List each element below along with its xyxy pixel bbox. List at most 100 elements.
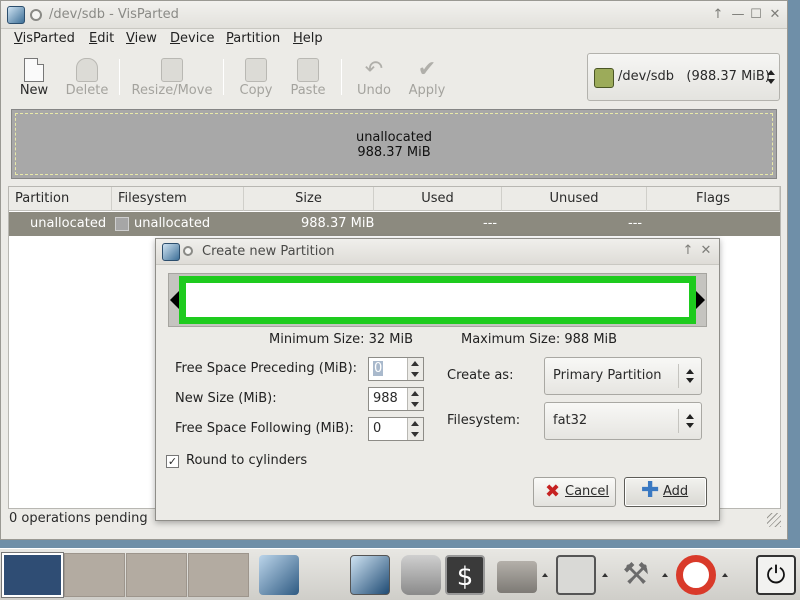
graph-label: unallocated (355, 130, 433, 145)
column-header-unused[interactable]: Unused (502, 187, 647, 211)
column-header-filesystem[interactable]: Filesystem (112, 187, 244, 211)
cell-size: 988.37 MiB (301, 216, 375, 231)
folder-icon[interactable] (497, 561, 537, 593)
resize-move-label: Resize/Move (131, 83, 213, 98)
combo-separator (678, 364, 679, 388)
apply-button[interactable]: ✔ Apply (404, 54, 450, 100)
resize-move-button[interactable]: Resize/Move (129, 54, 215, 100)
spin-down-icon[interactable] (411, 372, 419, 377)
delete-button[interactable]: Delete (63, 54, 111, 100)
toolbar-separator (119, 59, 120, 95)
tools-icon[interactable]: ⚒ (616, 555, 656, 595)
menu-edit[interactable]: Edit (89, 31, 114, 46)
menu-rest: elp (302, 31, 323, 46)
terminal-icon[interactable]: $ (445, 555, 485, 595)
cell-filesystem: unallocated (134, 216, 211, 231)
pin-icon[interactable] (30, 9, 42, 21)
new-size-spinner[interactable]: 988 (368, 387, 424, 411)
menu-rest: iew (134, 31, 157, 46)
workspace-4[interactable] (188, 553, 249, 597)
add-button[interactable]: ✚ Add (624, 477, 707, 507)
spinner-buttons[interactable] (407, 418, 423, 440)
undo-button[interactable]: ↶ Undo (353, 54, 395, 100)
menu-bar: VisParted Edit View Device Partition Hel… (1, 29, 787, 51)
spin-down-icon[interactable] (411, 432, 419, 437)
new-partition-box[interactable] (179, 276, 696, 324)
checkmark-icon: ✓ (167, 455, 178, 468)
menu-device[interactable]: Device (170, 31, 214, 46)
min-size-label: Minimum Size: 32 MiB (269, 332, 413, 347)
free-following-value[interactable]: 0 (373, 421, 381, 436)
expand-arrow-icon[interactable] (722, 573, 728, 577)
spinner-buttons[interactable] (407, 388, 423, 410)
workspace-1[interactable] (1, 552, 64, 598)
workspace-3[interactable] (126, 553, 187, 597)
menu-visparted[interactable]: VisParted (14, 31, 75, 46)
table-row[interactable]: unallocated unallocated 988.37 MiB --- -… (9, 212, 780, 236)
free-following-spinner[interactable]: 0 (368, 417, 424, 441)
visparted-taskbar-icon[interactable] (259, 555, 299, 595)
round-label[interactable]: Round to cylinders (186, 453, 307, 468)
disk-graph[interactable]: unallocated 988.37 MiB (11, 109, 777, 179)
create-as-select[interactable]: Primary Partition (544, 357, 702, 395)
menu-help[interactable]: Help (293, 31, 323, 46)
mnemonic: D (170, 31, 181, 46)
left-handle-arrow-icon[interactable] (170, 291, 179, 309)
device-selector[interactable]: /dev/sdb (988.37 MiB) (587, 53, 780, 101)
menu-rest: isParted (22, 31, 75, 46)
create-partition-dialog: Create new Partition ↑ ✕ Minimum Size: 3… (155, 238, 720, 521)
spin-up-icon[interactable] (411, 421, 419, 426)
dialog-app-icon (162, 243, 180, 261)
filesystem-select[interactable]: fat32 (544, 402, 702, 440)
resize-grip[interactable] (767, 513, 781, 527)
paste-label: Paste (290, 83, 326, 98)
apply-label: Apply (408, 83, 446, 98)
round-checkbox[interactable]: ✓ (166, 455, 179, 468)
menu-partition[interactable]: Partition (226, 31, 280, 46)
dialog-title-bar[interactable]: Create new Partition ↑ ✕ (156, 239, 719, 265)
spin-down-icon[interactable] (411, 402, 419, 407)
right-handle-arrow-icon[interactable] (696, 291, 705, 309)
new-size-label: New Size (MiB): (175, 391, 277, 406)
spin-up-icon[interactable] (411, 361, 419, 366)
maximize-button[interactable]: ☐ (747, 6, 765, 24)
mnemonic: H (293, 31, 303, 46)
close-button[interactable]: ✕ (766, 6, 784, 24)
copy-button[interactable]: Copy (235, 54, 277, 100)
copy-icon (245, 58, 267, 82)
partition-resizer[interactable] (168, 273, 707, 327)
power-icon[interactable]: ⏻ (756, 555, 796, 595)
help-icon[interactable] (676, 555, 716, 595)
expand-arrow-icon[interactable] (602, 573, 608, 577)
pin-icon[interactable] (183, 246, 193, 256)
expand-arrow-icon[interactable] (542, 573, 548, 577)
column-header-partition[interactable]: Partition (9, 187, 112, 211)
shade-button[interactable]: ↑ (709, 6, 727, 24)
network-icon[interactable] (556, 555, 596, 595)
new-label: New (19, 83, 49, 98)
cell-unused: --- (628, 216, 643, 231)
menu-rest: dit (97, 31, 115, 46)
free-preceding-value[interactable]: 0 (373, 361, 384, 376)
expand-arrow-icon[interactable] (662, 573, 668, 577)
column-header-size[interactable]: Size (244, 187, 374, 211)
dialog-close-button[interactable]: ✕ (697, 242, 715, 260)
free-preceding-spinner[interactable]: 0 (368, 357, 424, 381)
visparted-launcher-icon[interactable] (350, 555, 390, 595)
minimize-button[interactable]: — (729, 6, 747, 24)
spin-up-icon[interactable] (411, 391, 419, 396)
cancel-button[interactable]: ✖ Cancel (533, 477, 616, 507)
unallocated-region[interactable]: unallocated 988.37 MiB (15, 113, 773, 175)
column-header-flags[interactable]: Flags (647, 187, 780, 211)
paste-button[interactable]: Paste (286, 54, 330, 100)
title-bar[interactable]: /dev/sdb - VisParted ↑ — ☐ ✕ (1, 1, 787, 29)
workspace-2[interactable] (64, 553, 125, 597)
new-size-value[interactable]: 988 (373, 391, 398, 406)
cancel-label: Cancel (565, 484, 610, 499)
shade-button[interactable]: ↑ (679, 242, 697, 260)
spinner-buttons[interactable] (407, 358, 423, 380)
column-header-used[interactable]: Used (374, 187, 502, 211)
menu-view[interactable]: View (126, 31, 157, 46)
camera-icon[interactable] (401, 555, 441, 595)
new-button[interactable]: New (13, 54, 55, 100)
